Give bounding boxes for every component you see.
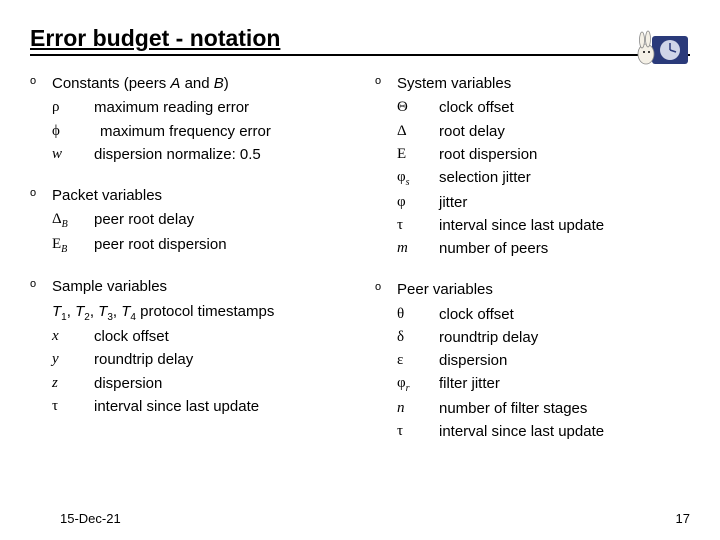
section-title: Peer variables — [397, 278, 690, 301]
page-title: Error budget - notation — [30, 25, 280, 52]
page-number: 17 — [676, 511, 690, 526]
footer: 15-Dec-21 17 — [60, 511, 690, 526]
section-title: Packet variables — [52, 184, 345, 207]
rabbit-clock-icon — [634, 22, 690, 70]
notation-row: φrfilter jitter — [397, 372, 690, 397]
notation-row: xclock offset — [52, 325, 345, 348]
notation-row: ΕBpeer root dispersion — [52, 233, 345, 258]
bullet-icon: o — [30, 72, 52, 166]
section-title: System variables — [397, 72, 690, 95]
notation-row: φsselection jitter — [397, 166, 690, 191]
section-title: Constants (peers A and B) — [52, 72, 345, 95]
notation-row: zdispersion — [52, 372, 345, 395]
notation-row: yroundtrip delay — [52, 348, 345, 371]
bullet-icon: o — [30, 275, 52, 418]
notation-row: εdispersion — [397, 349, 690, 372]
section-title: Sample variables — [52, 275, 345, 298]
bullet-icon: o — [375, 72, 397, 260]
notation-row: ρmaximum reading error — [52, 96, 345, 119]
notation-row: Θclock offset — [397, 96, 690, 119]
notation-row: φjitter — [397, 191, 690, 214]
notation-row: ϕmaximum frequency error — [52, 120, 345, 143]
notation-row: θclock offset — [397, 303, 690, 326]
notation-row: τinterval since last update — [397, 420, 690, 443]
notation-row: Δroot delay — [397, 120, 690, 143]
notation-row: τinterval since last update — [397, 214, 690, 237]
notation-row: wdispersion normalize: 0.5 — [52, 143, 345, 166]
system-section: o System variables Θclock offset Δroot d… — [375, 72, 690, 260]
notation-row: Εroot dispersion — [397, 143, 690, 166]
notation-row: T1, T2, T3, T4 protocol timestamps — [52, 300, 345, 326]
right-column: o System variables Θclock offset Δroot d… — [375, 72, 690, 461]
notation-row: τinterval since last update — [52, 395, 345, 418]
bullet-icon: o — [30, 184, 52, 257]
notation-row: mnumber of peers — [397, 237, 690, 260]
notation-row: δroundtrip delay — [397, 326, 690, 349]
peer-section: o Peer variables θclock offset δroundtri… — [375, 278, 690, 443]
constants-section: o Constants (peers A and B) ρmaximum rea… — [30, 72, 345, 166]
packet-section: o Packet variables ΔBpeer root delay ΕBp… — [30, 184, 345, 257]
left-column: o Constants (peers A and B) ρmaximum rea… — [30, 72, 345, 461]
notation-row: nnumber of filter stages — [397, 397, 690, 420]
bullet-icon: o — [375, 278, 397, 443]
sample-section: o Sample variables T1, T2, T3, T4 protoc… — [30, 275, 345, 418]
notation-row: ΔBpeer root delay — [52, 208, 345, 233]
footer-date: 15-Dec-21 — [60, 511, 121, 526]
